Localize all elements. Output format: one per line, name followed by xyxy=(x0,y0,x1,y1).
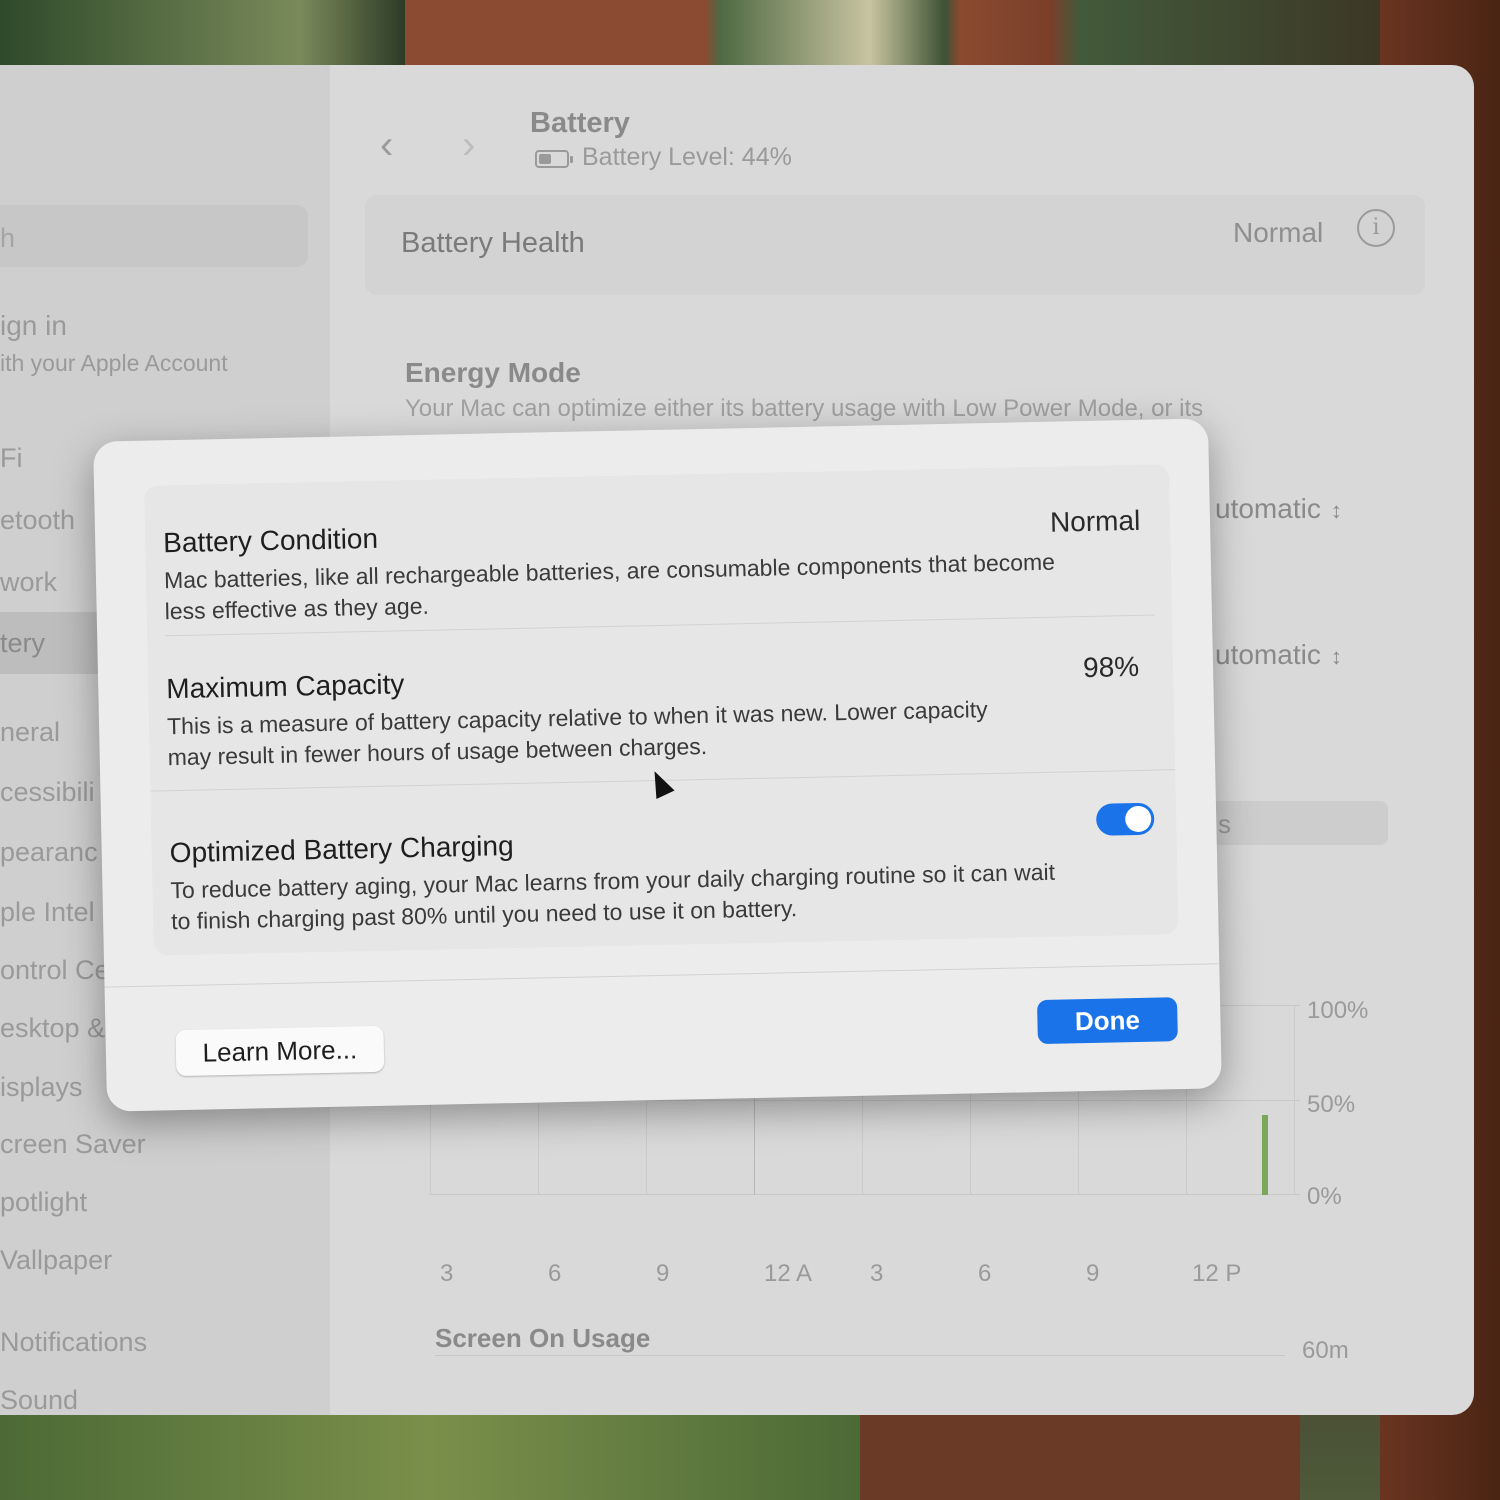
optimized-charging-toggle[interactable] xyxy=(1095,802,1155,836)
battery-condition-description: Mac batteries, like all rechargeable bat… xyxy=(163,548,1056,625)
search-input-text: h xyxy=(0,223,16,253)
battery-health-row: Battery Health Normal i xyxy=(365,195,1425,295)
sidebar-item-battery[interactable]: tery xyxy=(0,628,45,659)
learn-more-button[interactable]: Learn More... xyxy=(175,1025,385,1077)
chart-x-tick: 6 xyxy=(548,1260,562,1287)
battery-health-sheet: Battery Condition Normal Mac batteries, … xyxy=(93,418,1222,1112)
sidebar-sign-in[interactable]: ign in xyxy=(0,310,67,342)
chart-x-tick: 12 P xyxy=(1192,1260,1242,1287)
battery-condition-value: Normal xyxy=(1049,504,1141,538)
screen-on-usage-chart xyxy=(435,1355,1285,1415)
sidebar-sign-in-subtitle: ith your Apple Account xyxy=(0,350,228,376)
sidebar-item-spotlight[interactable]: potlight xyxy=(0,1187,87,1218)
sidebar-item-control-center[interactable]: ontrol Ce xyxy=(0,955,110,986)
chart-x-tick: 9 xyxy=(1086,1260,1100,1287)
chart-x-tick: 12 A xyxy=(764,1260,813,1287)
energy-mode-description: Your Mac can optimize either its battery… xyxy=(405,395,1204,422)
toggle-knob xyxy=(1124,805,1152,833)
sidebar-item-accessibility[interactable]: cessibili xyxy=(0,777,95,808)
sheet-footer-divider xyxy=(104,963,1220,988)
options-button[interactable] xyxy=(1210,801,1388,845)
done-button[interactable]: Done xyxy=(1037,997,1178,1045)
chart-gridline xyxy=(430,1194,1300,1195)
battery-condition-title: Battery Condition xyxy=(162,522,379,559)
sidebar-item-network[interactable]: work xyxy=(0,567,57,598)
optimized-charging-title: Optimized Battery Charging xyxy=(169,830,514,869)
page-title: Battery xyxy=(530,107,630,139)
usage-y-tick: 60m xyxy=(1302,1337,1349,1364)
select-value: utomatic xyxy=(1215,493,1321,524)
battery-level-bar xyxy=(1262,1115,1268,1195)
info-icon[interactable]: i xyxy=(1357,209,1395,247)
chart-y-tick: 0% xyxy=(1307,1183,1342,1210)
sidebar-item-desktop-dock[interactable]: esktop & xyxy=(0,1013,105,1044)
background-tree-trunk-bottom xyxy=(860,1400,1300,1500)
screen-on-usage-title: Screen On Usage xyxy=(435,1323,651,1353)
energy-mode-adapter-select[interactable]: utomatic ↕ xyxy=(1215,639,1342,671)
sidebar-item-apple-intelligence[interactable]: ple Intel xyxy=(0,897,95,928)
sidebar-item-bluetooth[interactable]: etooth xyxy=(0,505,75,536)
maximum-capacity-title: Maximum Capacity xyxy=(165,668,405,705)
sidebar-item-screen-saver[interactable]: creen Saver xyxy=(0,1129,146,1160)
battery-health-value: Normal xyxy=(1233,217,1324,248)
chart-x-tick: 6 xyxy=(978,1260,992,1287)
maximum-capacity-value: 98% xyxy=(1082,650,1140,684)
sidebar-item-wifi[interactable]: Fi xyxy=(0,443,23,474)
select-value: utomatic xyxy=(1215,639,1321,670)
sidebar-item-general[interactable]: neral xyxy=(0,717,60,748)
energy-mode-battery-select[interactable]: utomatic ↕ xyxy=(1215,493,1342,525)
chart-y-tick: 100% xyxy=(1307,997,1369,1024)
sidebar-item-wallpaper[interactable]: Vallpaper xyxy=(0,1245,112,1276)
energy-mode-title: Energy Mode xyxy=(405,357,581,388)
chart-x-tick: 3 xyxy=(870,1260,884,1287)
options-button-label: s xyxy=(1218,809,1231,839)
chart-x-tick: 3 xyxy=(440,1260,454,1287)
chart-gridline-v xyxy=(1294,1005,1295,1195)
chart-y-tick: 50% xyxy=(1307,1091,1356,1118)
battery-icon xyxy=(535,150,573,168)
battery-health-label: Battery Health xyxy=(401,227,585,259)
up-down-chevron-icon: ↕ xyxy=(1330,643,1342,669)
optimized-charging-description: To reduce battery aging, your Mac learns… xyxy=(170,858,1056,935)
back-chevron-icon[interactable]: ‹ xyxy=(380,123,393,168)
sidebar-search-field[interactable] xyxy=(0,205,308,267)
background-grass xyxy=(0,1410,860,1500)
maximum-capacity-description: This is a measure of battery capacity re… xyxy=(166,696,988,771)
forward-chevron-icon[interactable]: › xyxy=(462,123,475,168)
sidebar-item-notifications[interactable]: Notifications xyxy=(0,1327,147,1358)
chart-x-tick: 9 xyxy=(656,1260,670,1287)
sheet-content-card: Battery Condition Normal Mac batteries, … xyxy=(144,464,1179,956)
sidebar-item-appearance[interactable]: pearanc xyxy=(0,837,98,868)
battery-level-text: Battery Level: 44% xyxy=(582,143,792,171)
up-down-chevron-icon: ↕ xyxy=(1330,497,1342,523)
sidebar-item-sound[interactable]: Sound xyxy=(0,1385,78,1415)
sidebar-item-displays[interactable]: isplays xyxy=(0,1072,83,1103)
